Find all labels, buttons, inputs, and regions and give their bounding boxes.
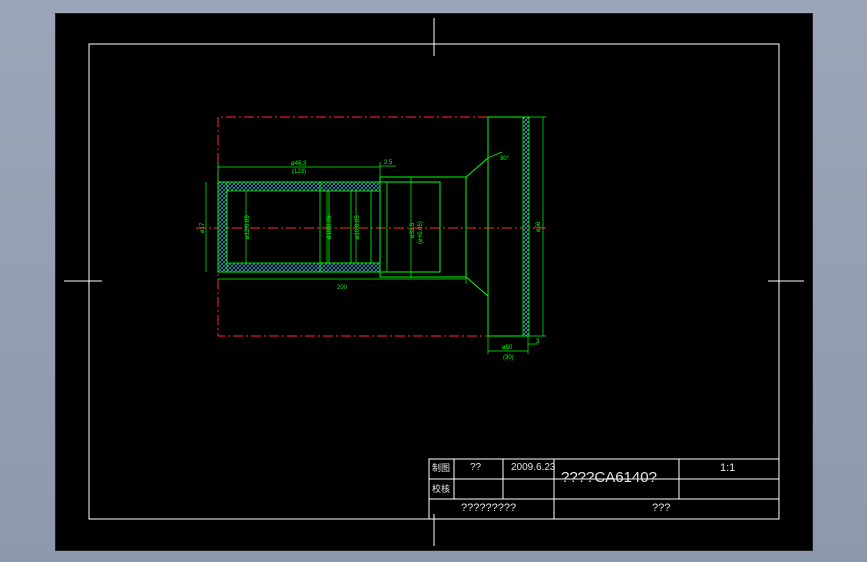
hatch-group xyxy=(217,116,530,337)
dim-step: ø32.5 xyxy=(410,222,416,238)
dim-len-flange-sub: (30) xyxy=(503,355,514,361)
dim-outer-main: ø17 xyxy=(200,222,206,233)
title-block-label-drawn: 制图 xyxy=(432,463,451,473)
dim-len-small: 2.5 xyxy=(384,160,393,166)
title-block-bottom-right: ??? xyxy=(652,502,671,514)
title-block-title: ????CA6140? xyxy=(561,469,657,486)
dim-flange: ø56 xyxy=(536,221,542,232)
title-block-date: 2009.6.23 xyxy=(511,462,556,473)
title-block-bottom-left: ????????? xyxy=(461,502,517,514)
title-block-drawer: ?? xyxy=(470,462,482,473)
dim-len-top-sub: (123) xyxy=(292,169,306,175)
title-block-scale: 1:1 xyxy=(720,462,736,474)
inner-frame xyxy=(88,43,780,520)
dim-len-top: ø45.3 xyxy=(291,161,307,167)
drawing-sheet[interactable]: ø45.3 (123) 2.5 200 ø17 ø12/0.05 ø10/0.0… xyxy=(55,13,813,551)
dim-len-bottom: 200 xyxy=(337,285,348,291)
bore-lines xyxy=(226,182,441,272)
dim-bore-right: ø10/0.05 xyxy=(355,215,361,239)
dim-bore-left: ø12/0.05 xyxy=(245,215,251,239)
dim-bore-mid: ø10/0.05 xyxy=(327,215,333,239)
dim-len-flange: ø50 xyxy=(502,345,513,351)
part-outline xyxy=(217,116,529,337)
dimension-lines xyxy=(205,116,546,354)
dim-angle: 30° xyxy=(500,156,510,162)
dim-thk-flange: 3 xyxy=(536,339,540,345)
dim-step-tol: (ø+0.05) xyxy=(418,221,424,244)
title-block-label-checked: 校核 xyxy=(432,484,451,494)
